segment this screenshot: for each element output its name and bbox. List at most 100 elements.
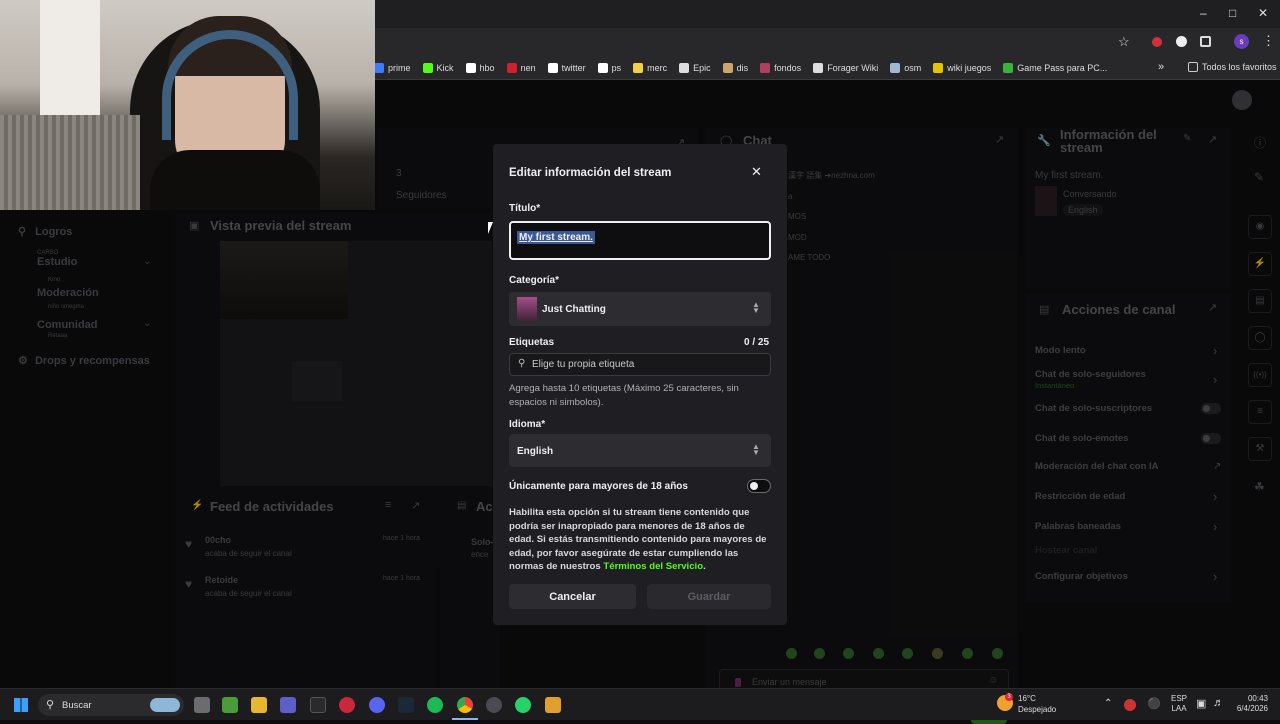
discord-icon[interactable] — [369, 697, 385, 713]
search-highlight-icon — [150, 698, 180, 712]
profile-avatar[interactable]: s — [1234, 34, 1249, 49]
tags-input[interactable]: ⚲ Elige tu propia etiqueta — [509, 353, 771, 376]
bookmark-favicon-icon — [760, 62, 771, 73]
tags-count: 0 / 25 — [744, 337, 770, 348]
bookmark-favicon-icon — [1003, 62, 1014, 73]
bookmark-label: Kick — [436, 62, 454, 73]
whatsapp-icon[interactable] — [515, 697, 531, 713]
bookmark-label: fondos — [774, 62, 802, 73]
minecraft-icon[interactable] — [222, 697, 238, 713]
lang-bottom: LAA — [1171, 704, 1187, 713]
weather-desc: Despejado — [1018, 705, 1057, 714]
bookmark-item[interactable]: prime — [374, 62, 411, 73]
close-icon[interactable]: ✕ — [751, 164, 762, 180]
windows-start-icon[interactable] — [14, 698, 28, 712]
menu-dots-icon[interactable]: ⋮ — [1262, 33, 1275, 49]
steam-icon[interactable] — [398, 697, 414, 713]
app-icon[interactable] — [339, 697, 355, 713]
bookmark-favicon-icon — [547, 62, 558, 73]
app-icon[interactable] — [486, 697, 502, 713]
bookmark-item[interactable]: merc — [633, 62, 668, 73]
bookmark-item[interactable]: wiki juegos — [933, 62, 992, 73]
taskbar-search[interactable]: ⚲ Buscar — [38, 694, 184, 716]
bookmark-label: wiki juegos — [947, 62, 992, 73]
language-value: English — [517, 446, 554, 457]
teams-icon[interactable] — [280, 697, 296, 713]
bookmark-favicon-icon — [597, 62, 608, 73]
bookmark-item[interactable]: Epic — [679, 62, 711, 73]
bookmark-favicon-icon — [813, 62, 824, 73]
title-input[interactable]: My first stream. — [509, 221, 771, 260]
volume-icon[interactable]: ♬ — [1213, 697, 1224, 709]
bookmark-item[interactable]: nen — [506, 62, 536, 73]
extension-icon[interactable] — [1152, 37, 1162, 47]
tray-app-icon[interactable] — [1124, 699, 1136, 711]
bookmark-item[interactable]: fondos — [760, 62, 802, 73]
bookmark-item[interactable]: dis — [722, 62, 748, 73]
all-favorites[interactable]: Todos los favoritos — [1188, 62, 1277, 72]
category-label: Categoría* — [509, 275, 560, 286]
bookmark-favicon-icon — [506, 62, 517, 73]
bookmark-favicon-icon — [465, 62, 476, 73]
adult-content-help: Habilita esta opción si tu stream tiene … — [509, 506, 771, 574]
all-favorites-label: Todos los favoritos — [1202, 62, 1277, 72]
epic-games-icon[interactable] — [310, 697, 326, 713]
bookmark-label: hbo — [479, 62, 495, 73]
task-view-icon[interactable] — [194, 697, 210, 713]
puzzle-icon[interactable] — [1200, 36, 1211, 47]
terms-of-service-link[interactable]: Términos del Servicio — [603, 561, 703, 572]
file-explorer-icon[interactable] — [251, 697, 267, 713]
select-arrows-icon: ▲ ▼ — [752, 442, 760, 457]
adult-help-tail: . — [703, 561, 706, 572]
bookmark-label: prime — [388, 62, 411, 73]
cancel-button[interactable]: Cancelar — [509, 584, 636, 609]
bookmark-item[interactable]: Forager Wiki — [813, 62, 879, 73]
mouse-cursor — [488, 222, 493, 234]
save-button[interactable]: Guardar — [647, 584, 771, 609]
edit-stream-info-modal: Editar información del stream ✕ Título* … — [493, 144, 787, 625]
star-icon[interactable]: ☆ — [1118, 34, 1130, 50]
bookmark-label: merc — [647, 62, 668, 73]
adult-content-toggle[interactable] — [747, 479, 771, 493]
bookmark-item[interactable]: osm — [890, 62, 921, 73]
folder-icon — [1188, 62, 1198, 72]
category-value: Just Chatting — [542, 304, 606, 315]
spotify-icon[interactable] — [427, 697, 443, 713]
bookmark-item[interactable]: Kick — [422, 62, 454, 73]
bookmark-item[interactable]: ps — [597, 62, 621, 73]
clock-date: 6/4/2026 — [1236, 704, 1268, 713]
bookmark-label: nen — [520, 62, 536, 73]
maximize-icon[interactable]: □ — [1229, 6, 1236, 20]
bookmark-favicon-icon — [722, 62, 733, 73]
background-door — [40, 0, 100, 130]
toggle-knob — [750, 482, 758, 490]
search-icon: ⚲ — [518, 358, 526, 369]
person-shirt — [150, 150, 320, 210]
adult-content-label: Únicamente para mayores de 18 años — [509, 481, 688, 492]
close-window-icon[interactable]: ✕ — [1258, 6, 1268, 20]
more-bookmarks-icon[interactable]: » — [1158, 61, 1164, 73]
language-indicator[interactable]: ESP LAA — [1171, 694, 1187, 714]
clock[interactable]: 00:43 6/4/2026 — [1228, 694, 1268, 714]
bookmark-favicon-icon — [933, 62, 944, 73]
minimize-icon[interactable]: – — [1200, 6, 1207, 20]
bookmark-item[interactable]: twitter — [547, 62, 586, 73]
bookmark-favicon-icon — [633, 62, 644, 73]
chrome-icon[interactable] — [457, 697, 473, 713]
microphone-icon[interactable]: ⚫ — [1147, 697, 1161, 710]
bookmark-label: Forager Wiki — [827, 62, 879, 73]
bookmark-item[interactable]: Game Pass para PC... — [1003, 62, 1108, 73]
bookmark-item[interactable]: hbo — [465, 62, 495, 73]
category-select[interactable]: Just Chatting ▲ ▼ — [509, 292, 771, 326]
add-extension-icon[interactable] — [1176, 36, 1187, 47]
modal-title: Editar información del stream — [509, 167, 672, 179]
just-chatting-icon — [517, 297, 537, 321]
language-select[interactable]: English ▲ ▼ — [509, 434, 771, 467]
weather-widget[interactable]: 3 16°C Despejado — [997, 693, 1087, 719]
app-icon[interactable] — [545, 697, 561, 713]
chevron-up-icon[interactable]: ⌃ — [1104, 698, 1112, 709]
bookmark-label: Epic — [693, 62, 711, 73]
network-icon[interactable]: ▣ — [1196, 697, 1206, 710]
tags-placeholder: Elige tu propia etiqueta — [532, 359, 635, 370]
bookmark-label: Game Pass para PC... — [1017, 62, 1108, 73]
